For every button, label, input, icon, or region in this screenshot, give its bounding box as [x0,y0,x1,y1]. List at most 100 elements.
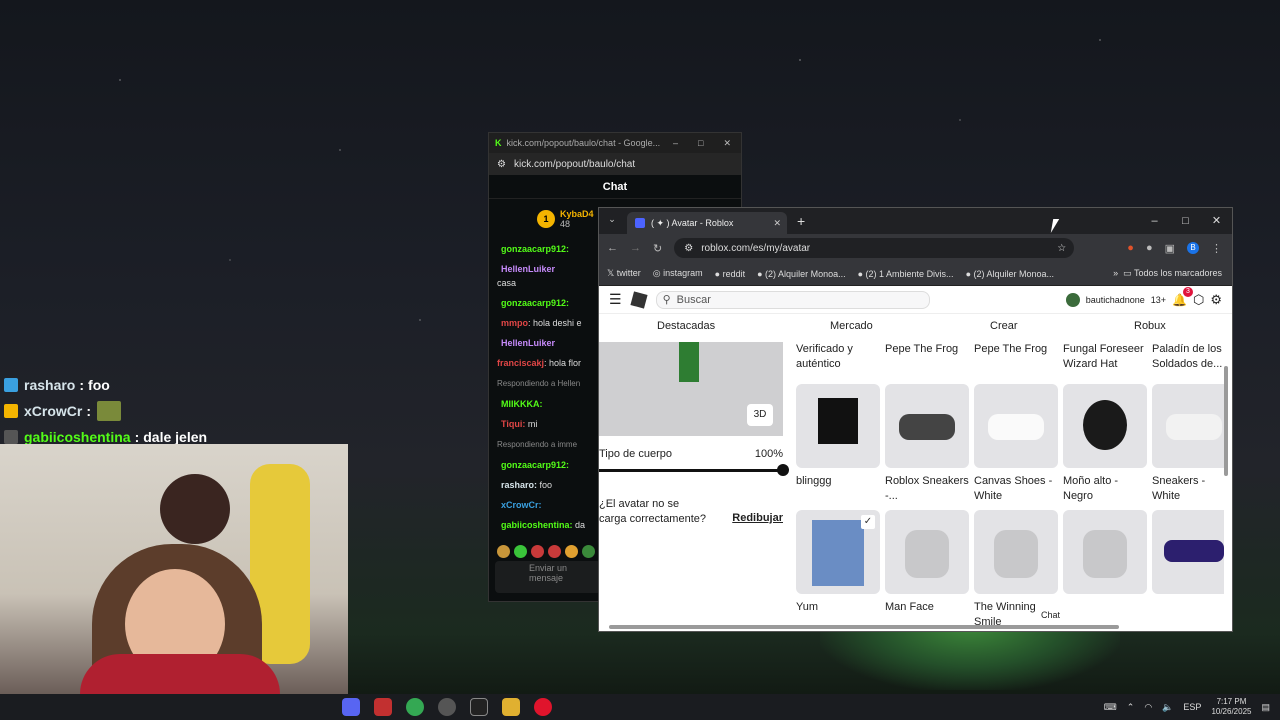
catalog-item[interactable] [1063,510,1147,594]
app-icon[interactable] [470,698,488,716]
close-icon[interactable]: ✕ [1201,208,1232,234]
opera-icon[interactable] [534,698,552,716]
tab-destacadas[interactable]: Destacadas [657,320,715,332]
catalog-item[interactable]: Man Face [885,510,969,615]
tab-roblox-avatar[interactable]: ( ✦ ) Avatar - Roblox ✕ [627,212,787,234]
chat-username[interactable]: MIIKKKA: [501,399,543,409]
chat-username[interactable]: mmpo [501,318,528,328]
catalog-item[interactable]: Sneakers - White [1152,384,1224,504]
chat-username[interactable]: gonzaacarp912: [501,460,569,470]
app-icon[interactable] [374,698,392,716]
item-thumbnail[interactable] [885,510,969,594]
emote-icon[interactable] [514,545,527,558]
avatar[interactable] [1065,292,1080,307]
close-tab-icon[interactable]: ✕ [773,218,781,229]
toggle-3d-button[interactable]: 3D [747,404,773,426]
item-thumbnail[interactable] [796,384,880,468]
obs-icon[interactable] [438,698,456,716]
address-bar[interactable]: ⚙ roblox.com/es/my/avatar ☆ [674,238,1075,258]
item-name[interactable]: Roblox Sneakers -... [885,474,969,504]
discord-icon[interactable] [342,698,360,716]
item-label[interactable]: Fungal Foreseer Wizard Hat [1063,342,1151,372]
item-thumbnail[interactable]: ✓ [796,510,880,594]
roblox-chat-bar[interactable]: Chat [1035,607,1225,623]
bookmark-star-icon[interactable]: ☆ [1057,243,1066,254]
minimize-icon[interactable]: – [673,138,678,149]
item-name[interactable]: Canvas Shoes - White [974,474,1058,504]
emote-icon[interactable] [548,545,561,558]
redraw-link[interactable]: Redibujar [732,512,783,524]
roblox-logo-icon[interactable] [629,290,648,309]
maximize-icon[interactable]: □ [698,138,703,149]
item-thumbnail[interactable] [1152,510,1224,594]
chat-username[interactable]: rasharo: [501,480,537,490]
item-thumbnail[interactable] [1063,384,1147,468]
minimize-icon[interactable]: – [1139,208,1170,234]
catalog-item[interactable]: Roblox Sneakers -... [885,384,969,504]
item-thumbnail[interactable] [1152,384,1224,468]
catalog-item[interactable]: Canvas Shoes - White [974,384,1058,504]
item-label[interactable]: Pepe The Frog [885,342,973,357]
item-label[interactable]: Pepe The Frog [974,342,1062,357]
item-name[interactable]: Yum [796,600,880,615]
search-input[interactable]: ⚲ Buscar [655,290,930,309]
kick-titlebar[interactable]: K kick.com/popout/baulo/chat - Google...… [489,133,741,153]
emote-icon[interactable] [565,545,578,558]
chat-username[interactable]: gonzaacarp912: [501,244,569,254]
site-info-icon[interactable]: ⚙ [684,243,693,254]
hamburger-menu-icon[interactable]: ☰ [609,291,622,308]
keyboard-icon[interactable]: ⌨ [1104,702,1117,713]
item-name[interactable]: Man Face [885,600,969,615]
tab-robux[interactable]: Robux [1134,320,1166,332]
item-name[interactable]: Moño alto - Negro [1063,474,1147,504]
chat-username[interactable]: HellenLuiker [501,264,555,274]
chat-username[interactable]: xCrowCr: [501,500,542,510]
file-explorer-icon[interactable] [502,698,520,716]
item-label[interactable]: Paladín de los Soldados de... [1152,342,1224,372]
catalog-item[interactable]: ✓ Yum [796,510,880,615]
settings-gear-icon[interactable]: ⚙ [1210,292,1222,308]
item-name[interactable]: Sneakers - White [1152,474,1224,504]
robux-icon[interactable]: ⬡ [1193,292,1204,308]
chat-username[interactable]: franciscakj [497,358,544,368]
menu-dots-icon[interactable]: ⋮ [1211,242,1222,255]
chat-username[interactable]: gabiicoshentina: [501,520,573,530]
new-tab-icon[interactable]: + [797,213,805,229]
item-name[interactable]: blinggg [796,474,880,489]
item-thumbnail[interactable] [974,510,1058,594]
tray-chevron-icon[interactable]: ⌃ [1127,702,1135,713]
chat-username[interactable]: gonzaacarp912: [501,298,569,308]
chrome-icon[interactable] [406,698,424,716]
catalog-item[interactable]: Moño alto - Negro [1063,384,1147,504]
catalog-item[interactable] [1152,510,1224,594]
close-icon[interactable]: ✕ [723,138,731,149]
notifications-icon[interactable]: ▤ [1261,702,1270,713]
chat-username[interactable]: HellenLuiker [501,338,555,348]
horizontal-scrollbar[interactable] [609,625,1119,629]
emote-icon[interactable] [497,545,510,558]
bookmark-item[interactable]: ● (2) 1 Ambiente Divis... [858,269,954,279]
tab-search-icon[interactable]: ⌄ [605,214,619,228]
extension-icon[interactable]: ● [1127,242,1134,254]
vertical-scrollbar[interactable] [1224,366,1228,476]
emote-icon[interactable] [531,545,544,558]
network-icon[interactable]: ◠ [1144,702,1152,713]
tab-crear[interactable]: Crear [990,320,1018,332]
reload-icon[interactable]: ↻ [653,242,662,255]
site-settings-icon[interactable]: ⚙ [497,159,506,170]
forward-icon[interactable]: → [630,242,641,254]
item-label[interactable]: Verificado y auténtico [796,342,884,372]
bookmark-instagram[interactable]: ◎ instagram [653,268,703,279]
bookmark-item[interactable]: ● (2) Alquiler Monoa... [966,269,1054,279]
kick-address-bar[interactable]: ⚙ kick.com/popout/baulo/chat [489,153,741,175]
notifications-bell-icon[interactable]: 🔔 3 [1172,286,1193,307]
profile-avatar[interactable]: B [1187,242,1199,254]
item-thumbnail[interactable] [974,384,1058,468]
maximize-icon[interactable]: □ [1170,208,1201,234]
clock[interactable]: 7:17 PM 10/26/2025 [1211,697,1251,717]
avatar-stage[interactable]: 3D [599,342,783,436]
bookmark-twitter[interactable]: 𝕏 twitter [607,268,641,279]
bookmark-reddit[interactable]: ● reddit [715,269,745,279]
back-icon[interactable]: ← [607,242,618,254]
tab-mercado[interactable]: Mercado [830,320,873,332]
